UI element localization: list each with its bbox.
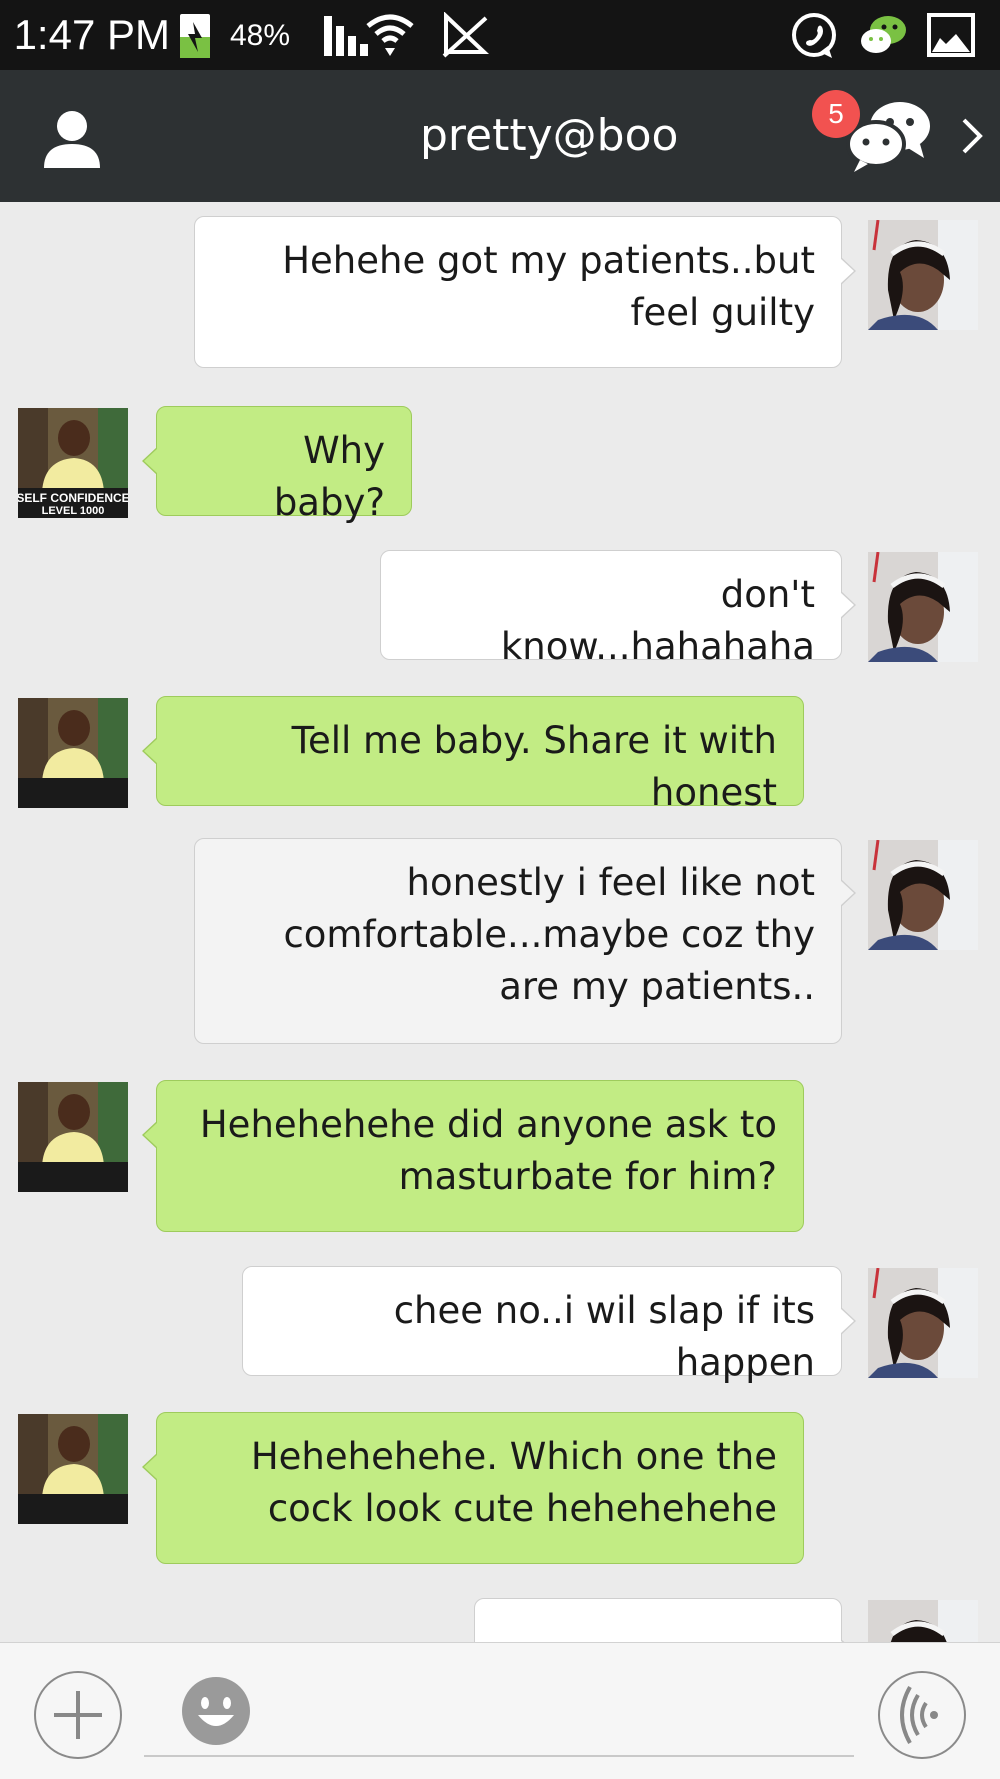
back-chevron-icon[interactable] bbox=[960, 116, 986, 156]
message-text: chee no..i wil slap if its happen bbox=[393, 1289, 815, 1384]
message-text: don't know...hahahaha bbox=[500, 573, 815, 668]
self-avatar[interactable] bbox=[18, 1082, 128, 1192]
emoji-icon[interactable] bbox=[180, 1675, 252, 1747]
contact-avatar[interactable] bbox=[868, 552, 978, 662]
add-icon bbox=[54, 1691, 102, 1739]
status-bar: 1:47 PM 48% bbox=[0, 0, 1000, 70]
message-text: Hehehe got my patients..but feel guilty bbox=[282, 239, 815, 334]
gallery-icon bbox=[927, 13, 975, 57]
whatsapp-icon bbox=[792, 13, 836, 58]
contact-avatar[interactable] bbox=[868, 1268, 978, 1378]
voice-icon bbox=[900, 1686, 938, 1744]
contact-avatar[interactable] bbox=[868, 840, 978, 950]
message-text: Why baby? bbox=[273, 429, 385, 524]
chat-screen: 1:47 PM 48% 5 pretty@boo Hehehe got my p… bbox=[0, 0, 1000, 1779]
input-bar bbox=[0, 1642, 1000, 1779]
self-avatar[interactable] bbox=[18, 698, 128, 808]
self-avatar[interactable] bbox=[18, 1414, 128, 1524]
contact-avatar[interactable] bbox=[868, 220, 978, 330]
message-bubble-sent[interactable]: Hehehehehe. Which one the cock look cute… bbox=[142, 1412, 804, 1564]
message-bubble-sent[interactable]: Tell me baby. Share it with honest bbox=[142, 696, 804, 814]
wechat-icon bbox=[861, 16, 906, 53]
clock: 1:47 PM bbox=[13, 11, 170, 58]
message-bubble-received[interactable]: Hehehe got my patients..but feel guilty bbox=[194, 216, 856, 368]
message-bubble-sent[interactable]: Why baby? bbox=[142, 406, 412, 524]
message-text: Hehehehehe. Which one the cock look cute… bbox=[250, 1435, 777, 1530]
avatar-caption-line1: SELF CONFIDENCE bbox=[18, 491, 128, 505]
message-bubble-received[interactable]: honestly i feel like not comfortable...m… bbox=[194, 838, 856, 1044]
chat-title: pretty@boo bbox=[420, 110, 679, 161]
message-text: honestly i feel like not comfortable...m… bbox=[283, 861, 815, 1008]
message-list[interactable]: Hehehe got my patients..but feel guilty … bbox=[0, 202, 1000, 1642]
signal-icon bbox=[324, 16, 368, 56]
no-sim-icon bbox=[442, 12, 490, 58]
add-button[interactable] bbox=[34, 1671, 122, 1759]
message-text: Hehehehehe did anyone ask to masturbate … bbox=[199, 1103, 777, 1198]
battery-percent: 48% bbox=[229, 19, 290, 52]
contact-avatar[interactable] bbox=[868, 1600, 978, 1642]
self-avatar[interactable]: SELF CONFIDENCE LEVEL 1000 bbox=[18, 408, 128, 518]
message-bubble-sent[interactable]: Hehehehehe did anyone ask to masturbate … bbox=[142, 1080, 804, 1232]
avatar-caption-line2: LEVEL 1000 bbox=[42, 505, 105, 517]
message-bubble-received[interactable] bbox=[474, 1598, 856, 1642]
chat-header: 5 pretty@boo bbox=[0, 70, 1000, 202]
message-input[interactable] bbox=[144, 1755, 854, 1757]
battery-charging-icon bbox=[180, 14, 210, 58]
message-bubble-received[interactable]: don't know...hahahaha bbox=[380, 550, 856, 668]
wifi-icon bbox=[366, 14, 414, 56]
contact-profile-icon[interactable] bbox=[40, 106, 104, 170]
message-text: Tell me baby. Share it with honest bbox=[291, 719, 777, 814]
voice-button[interactable] bbox=[878, 1671, 966, 1759]
message-bubble-received[interactable]: chee no..i wil slap if its happen bbox=[242, 1266, 856, 1384]
